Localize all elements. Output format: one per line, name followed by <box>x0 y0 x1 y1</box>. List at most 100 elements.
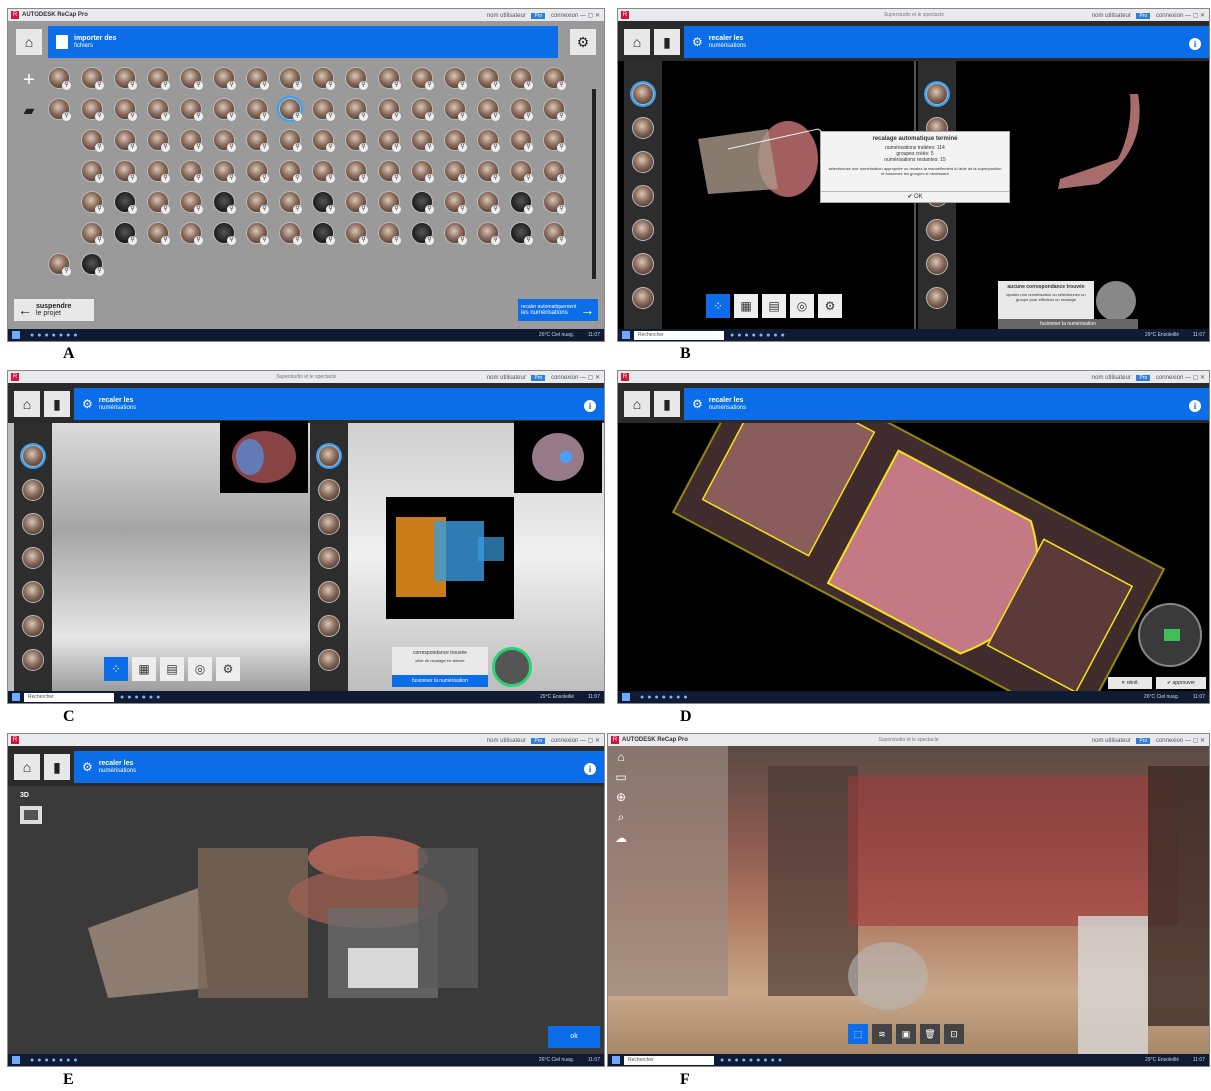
scan-thumbnail[interactable]: ⚲ <box>114 191 137 214</box>
info-icon[interactable]: i <box>584 400 596 412</box>
scrollbar[interactable] <box>592 89 596 279</box>
visibility-icon[interactable]: ⚲ <box>95 143 104 152</box>
scan-thumbnail[interactable]: ⚲ <box>81 129 104 152</box>
scan-thumbnail[interactable] <box>22 479 44 501</box>
scan-thumbnail[interactable]: ⚲ <box>444 191 467 214</box>
visibility-icon[interactable]: ⚲ <box>95 205 104 214</box>
scan-thumbnail[interactable] <box>22 615 44 637</box>
visibility-icon[interactable]: ⚲ <box>227 174 236 183</box>
scan-thumbnail[interactable] <box>632 83 654 105</box>
visibility-icon[interactable]: ⚲ <box>425 112 434 121</box>
visibility-icon[interactable]: ⚲ <box>392 174 401 183</box>
signin-link[interactable]: connexion <box>1156 375 1183 381</box>
color-mode-button[interactable]: ◎ <box>790 294 814 318</box>
signin-link[interactable]: connexion <box>1156 738 1183 744</box>
visibility-icon[interactable]: ⚲ <box>524 143 533 152</box>
signin-link[interactable]: connexion <box>1156 13 1183 19</box>
visibility-icon[interactable]: ⚲ <box>524 236 533 245</box>
visibility-icon[interactable]: ⚲ <box>392 143 401 152</box>
visibility-icon[interactable]: ⚲ <box>161 143 170 152</box>
visibility-icon[interactable]: ⚲ <box>458 174 467 183</box>
layers-button[interactable]: ≋ <box>872 1024 892 1044</box>
visibility-icon[interactable]: ⚲ <box>227 205 236 214</box>
windows-start-icon[interactable] <box>622 331 630 339</box>
scan-thumbnail[interactable]: ⚲ <box>345 98 368 121</box>
scan-thumbnail[interactable] <box>22 649 44 671</box>
visibility-icon[interactable]: ⚲ <box>260 236 269 245</box>
windows-start-icon[interactable] <box>12 331 20 339</box>
taskbar-apps[interactable]: ●●●●●● <box>120 694 163 701</box>
user-menu[interactable]: nom utilisateur <box>1092 375 1131 381</box>
visibility-icon[interactable]: ⚲ <box>194 143 203 152</box>
visibility-icon[interactable]: ⚲ <box>491 236 500 245</box>
scan-thumbnail[interactable]: ⚲ <box>48 253 71 276</box>
scan-thumbnail[interactable]: ⚲ <box>180 222 203 245</box>
scan-thumbnail[interactable]: ⚲ <box>246 222 269 245</box>
taskbar-search[interactable]: Rechercher <box>24 692 114 702</box>
scan-thumbnail[interactable]: ⚲ <box>147 222 170 245</box>
home-icon[interactable]: ⌂ <box>612 750 630 764</box>
visibility-icon[interactable]: ⚲ <box>62 112 71 121</box>
visibility-icon[interactable]: ⚲ <box>128 174 137 183</box>
scan-thumbnail[interactable] <box>632 219 654 241</box>
report-button[interactable]: ▤ <box>762 294 786 318</box>
scan-location-button[interactable]: ▣ <box>896 1024 916 1044</box>
scan-thumbnail[interactable]: ⚲ <box>543 191 566 214</box>
match-target-disc[interactable] <box>492 647 532 687</box>
taskbar-apps[interactable]: ●●●●●●● <box>30 332 81 339</box>
scan-thumbnail[interactable]: ⚲ <box>81 160 104 183</box>
scan-thumbnail[interactable]: ⚲ <box>477 98 500 121</box>
scan-thumbnail[interactable]: ⚲ <box>114 160 137 183</box>
settings-button[interactable]: ⚙ <box>216 657 240 681</box>
scan-thumbnail[interactable]: ⚲ <box>411 67 434 90</box>
visibility-icon[interactable]: ⚲ <box>194 236 203 245</box>
scan-thumbnail[interactable]: ⚲ <box>147 98 170 121</box>
scan-thumbnail[interactable]: ⚲ <box>444 160 467 183</box>
visibility-icon[interactable]: ⚲ <box>128 205 137 214</box>
window-controls[interactable]: — ▢ ✕ <box>580 13 600 19</box>
scan-thumbnail[interactable]: ⚲ <box>543 160 566 183</box>
visibility-icon[interactable]: ⚲ <box>293 236 302 245</box>
visibility-icon[interactable]: ⚲ <box>95 174 104 183</box>
scans-button[interactable]: ▮ <box>654 391 680 417</box>
scan-thumbnail[interactable] <box>632 287 654 309</box>
visibility-icon[interactable]: ⚲ <box>557 236 566 245</box>
visibility-icon[interactable]: ⚲ <box>293 174 302 183</box>
scan-thumbnail[interactable]: ⚲ <box>180 191 203 214</box>
scan-thumbnail[interactable]: ⚲ <box>81 253 104 276</box>
visibility-icon[interactable]: ⚲ <box>524 174 533 183</box>
minimap-left[interactable] <box>220 421 308 493</box>
scan-thumbnail[interactable]: ⚲ <box>147 160 170 183</box>
overlay-alignment-view[interactable] <box>386 497 514 619</box>
scan-thumbnail[interactable]: ⚲ <box>411 160 434 183</box>
scan-thumbnail[interactable]: ⚲ <box>147 191 170 214</box>
visibility-icon[interactable]: ⚲ <box>557 174 566 183</box>
orbit-icon[interactable]: ⊕ <box>612 790 630 804</box>
scan-thumbnail[interactable] <box>22 513 44 535</box>
visibility-icon[interactable]: ⚲ <box>491 143 500 152</box>
window-controls[interactable]: — ▢ ✕ <box>580 738 600 744</box>
scan-thumbnail[interactable]: ⚲ <box>510 160 533 183</box>
scan-thumbnail[interactable]: ⚲ <box>81 222 104 245</box>
import-files-bar[interactable]: importer des fichiers <box>48 26 558 58</box>
scan-thumbnail[interactable]: ⚲ <box>378 191 401 214</box>
scan-thumbnail[interactable]: ⚲ <box>213 67 236 90</box>
scan-thumbnail[interactable]: ⚲ <box>312 222 335 245</box>
visibility-icon[interactable]: ⚲ <box>128 112 137 121</box>
info-icon[interactable]: i <box>584 763 596 775</box>
scan-thumbnail[interactable] <box>318 445 340 467</box>
visibility-icon[interactable]: ⚲ <box>524 205 533 214</box>
scan-thumbnail[interactable]: ⚲ <box>279 98 302 121</box>
scan-thumbnail[interactable]: ⚲ <box>48 67 71 90</box>
visibility-icon[interactable]: ⚲ <box>392 112 401 121</box>
windows-start-icon[interactable] <box>12 693 20 701</box>
scan-cluster-button[interactable]: ⁘ <box>706 294 730 318</box>
scan-thumbnail[interactable]: ⚲ <box>279 222 302 245</box>
scan-thumbnail[interactable]: ⚲ <box>510 191 533 214</box>
visibility-icon[interactable]: ⚲ <box>227 81 236 90</box>
windows-start-icon[interactable] <box>12 1056 20 1064</box>
visibility-icon[interactable]: ⚲ <box>260 205 269 214</box>
point-cloud-right-view[interactable] <box>1038 89 1158 209</box>
home-button[interactable]: ⌂ <box>14 754 40 780</box>
visibility-icon[interactable]: ⚲ <box>326 236 335 245</box>
